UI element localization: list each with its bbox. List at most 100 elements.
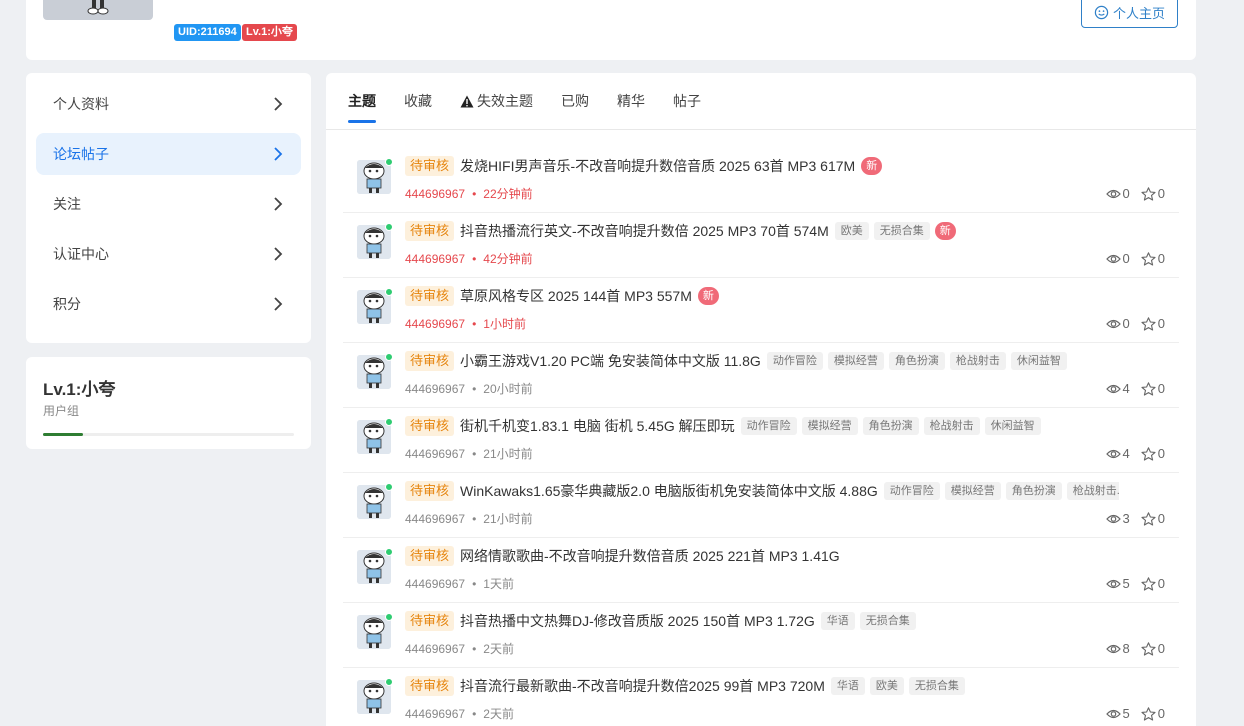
post-title-line: 待审核 抖音流行最新歌曲-不改音响提升数倍2025 99首 MP3 720M 华语欧… bbox=[405, 676, 1119, 696]
post-author[interactable]: 444696967 bbox=[405, 317, 465, 331]
post-tag[interactable]: 枪战射击 bbox=[923, 417, 980, 435]
status-badge: 待审核 bbox=[405, 676, 455, 696]
post-tag[interactable]: 华语 bbox=[820, 612, 855, 630]
post-tag[interactable]: 角色扮演 bbox=[1005, 482, 1062, 500]
post-tag[interactable]: 无损合集 bbox=[859, 612, 916, 630]
eye-icon bbox=[1105, 579, 1121, 588]
post-row[interactable]: 待审核 抖音流行最新歌曲-不改音响提升数倍2025 99首 MP3 720M 华语欧… bbox=[343, 668, 1179, 726]
star-count[interactable]: 0 bbox=[1141, 641, 1165, 656]
post-meta: 444696967 • 21小时前 bbox=[405, 445, 533, 462]
post-tag[interactable]: 欧美 bbox=[834, 222, 869, 240]
sidebar-item-2[interactable]: 关注 bbox=[36, 183, 301, 225]
post-list: 待审核 发烧HIFI男声音乐-不改音响提升数倍音质 2025 63首 MP3 61… bbox=[326, 130, 1196, 726]
post-row[interactable]: 待审核 网络情歌歌曲-不改音响提升数倍音质 2025 221首 MP3 1.41G… bbox=[343, 538, 1179, 603]
post-tag[interactable]: 休闲益智 bbox=[1010, 352, 1067, 370]
post-row[interactable]: 待审核 发烧HIFI男声音乐-不改音响提升数倍音质 2025 63首 MP3 61… bbox=[343, 148, 1179, 213]
post-tag[interactable]: 枪战射击 bbox=[949, 352, 1006, 370]
star-count-value: 0 bbox=[1157, 706, 1165, 721]
post-author[interactable]: 444696967 bbox=[405, 447, 465, 461]
post-row[interactable]: 待审核 街机千机变1.83.1 电脑 街机 5.45G 解压即玩 动作冒险 模拟经营角… bbox=[343, 408, 1179, 473]
view-count: 0 bbox=[1105, 316, 1130, 331]
view-count: 4 bbox=[1105, 381, 1130, 396]
post-tag[interactable]: 欧美 bbox=[869, 677, 904, 695]
view-count-value: 5 bbox=[1122, 706, 1130, 721]
status-badge: 待审核 bbox=[405, 481, 455, 501]
post-tag[interactable]: 模拟经营 bbox=[801, 417, 858, 435]
tab-label: 失效主题 bbox=[477, 93, 533, 109]
post-tag[interactable]: 角色扮演 bbox=[888, 352, 945, 370]
post-title-link[interactable]: 抖音热播中文热舞DJ-修改音质版 2025 150首 MP3 1.72G bbox=[460, 611, 815, 631]
profile-home-button[interactable]: 个人主页 bbox=[1080, 0, 1178, 28]
post-row[interactable]: 待审核 抖音热播中文热舞DJ-修改音质版 2025 150首 MP3 1.72G 华… bbox=[343, 603, 1179, 668]
tab-3[interactable]: 已购 bbox=[561, 73, 589, 129]
meta-separator: • bbox=[472, 382, 477, 396]
post-row[interactable]: 待审核 草原风格专区 2025 144首 MP3 557M 新 444696967 • 1… bbox=[343, 278, 1179, 343]
post-tag[interactable]: 华语 bbox=[830, 677, 865, 695]
post-tag[interactable]: 模拟经营 bbox=[827, 352, 884, 370]
post-author[interactable]: 444696967 bbox=[405, 187, 465, 201]
star-count-value: 0 bbox=[1157, 316, 1165, 331]
post-tag[interactable]: 角色扮演 bbox=[862, 417, 919, 435]
post-author[interactable]: 444696967 bbox=[405, 512, 465, 526]
uid-badge: UID:211694 bbox=[174, 24, 241, 41]
star-count[interactable]: 0 bbox=[1141, 446, 1165, 461]
post-tag[interactable]: 无损合集 bbox=[908, 677, 965, 695]
star-count[interactable]: 0 bbox=[1141, 381, 1165, 396]
post-tag[interactable]: 动作冒险 bbox=[766, 352, 823, 370]
level-progress-bar bbox=[43, 433, 294, 436]
tab-2[interactable]: 失效主题 bbox=[460, 73, 533, 129]
post-tag[interactable]: 枪战射击... bbox=[1066, 482, 1119, 500]
eye-icon bbox=[1105, 254, 1121, 263]
post-stats: 40 bbox=[1105, 446, 1165, 461]
post-author[interactable]: 444696967 bbox=[405, 252, 465, 266]
post-author[interactable]: 444696967 bbox=[405, 577, 465, 591]
tab-4[interactable]: 精华 bbox=[617, 73, 645, 129]
post-author[interactable]: 444696967 bbox=[405, 707, 465, 721]
star-count[interactable]: 0 bbox=[1141, 316, 1165, 331]
new-badge: 新 bbox=[861, 157, 883, 175]
post-tag[interactable]: 动作冒险 bbox=[740, 417, 797, 435]
star-icon bbox=[1141, 186, 1156, 201]
tab-5[interactable]: 帖子 bbox=[673, 73, 701, 129]
post-row[interactable]: 待审核 WinKawaks1.65豪华典藏版2.0 电脑版街机免安装简体中文版 4… bbox=[343, 473, 1179, 538]
level-title: Lv.1:小夸 bbox=[43, 380, 116, 399]
post-title-link[interactable]: 街机千机变1.83.1 电脑 街机 5.45G 解压即玩 bbox=[460, 416, 735, 436]
profile-avatar[interactable] bbox=[43, 0, 153, 20]
sidebar-item-0[interactable]: 个人资料 bbox=[36, 83, 301, 125]
sidebar-item-4[interactable]: 积分 bbox=[36, 283, 301, 325]
sidebar-item-label: 认证中心 bbox=[53, 246, 109, 262]
eye-icon bbox=[1105, 189, 1121, 198]
post-title-link[interactable]: 抖音热播流行英文-不改音响提升数倍 2025 MP3 70首 574M bbox=[460, 221, 829, 241]
warning-icon bbox=[460, 95, 474, 107]
star-count-value: 0 bbox=[1157, 186, 1165, 201]
star-count[interactable]: 0 bbox=[1141, 511, 1165, 526]
star-count-value: 0 bbox=[1157, 511, 1165, 526]
post-row[interactable]: 待审核 抖音热播流行英文-不改音响提升数倍 2025 MP3 70首 574M 欧美… bbox=[343, 213, 1179, 278]
post-tag[interactable]: 模拟经营 bbox=[944, 482, 1001, 500]
tab-0[interactable]: 主题 bbox=[348, 73, 376, 129]
post-title-link[interactable]: 发烧HIFI男声音乐-不改音响提升数倍音质 2025 63首 MP3 617M bbox=[460, 156, 855, 176]
view-count: 3 bbox=[1105, 511, 1130, 526]
post-title-link[interactable]: 网络情歌歌曲-不改音响提升数倍音质 2025 221首 MP3 1.41G bbox=[460, 546, 840, 566]
post-title-link[interactable]: 草原风格专区 2025 144首 MP3 557M bbox=[460, 286, 692, 306]
post-title-link[interactable]: 抖音流行最新歌曲-不改音响提升数倍2025 99首 MP3 720M bbox=[460, 676, 825, 696]
sidebar-item-3[interactable]: 认证中心 bbox=[36, 233, 301, 275]
post-tag[interactable]: 休闲益智 bbox=[984, 417, 1041, 435]
sidebar-item-1[interactable]: 论坛帖子 bbox=[36, 133, 301, 175]
post-tag[interactable]: 无损合集 bbox=[873, 222, 930, 240]
tab-1[interactable]: 收藏 bbox=[404, 73, 432, 129]
sidebar-item-label: 关注 bbox=[53, 196, 81, 212]
post-title-link[interactable]: WinKawaks1.65豪华典藏版2.0 电脑版街机免安装简体中文版 4.88… bbox=[460, 481, 878, 501]
post-row[interactable]: 待审核 小霸王游戏V1.20 PC端 免安装简体中文版 11.8G 动作冒险 模拟经营… bbox=[343, 343, 1179, 408]
star-count[interactable]: 0 bbox=[1141, 251, 1165, 266]
star-count[interactable]: 0 bbox=[1141, 186, 1165, 201]
post-time: 21小时前 bbox=[483, 512, 533, 526]
post-author[interactable]: 444696967 bbox=[405, 382, 465, 396]
post-author[interactable]: 444696967 bbox=[405, 642, 465, 656]
star-count[interactable]: 0 bbox=[1141, 706, 1165, 721]
post-meta: 444696967 • 22分钟前 bbox=[405, 185, 533, 202]
post-title-link[interactable]: 小霸王游戏V1.20 PC端 免安装简体中文版 11.8G bbox=[460, 351, 761, 371]
star-count[interactable]: 0 bbox=[1141, 576, 1165, 591]
content-tabs: 主题 收藏 失效主题 已购 精华 帖子 bbox=[326, 73, 1196, 130]
post-tag[interactable]: 动作冒险 bbox=[883, 482, 940, 500]
